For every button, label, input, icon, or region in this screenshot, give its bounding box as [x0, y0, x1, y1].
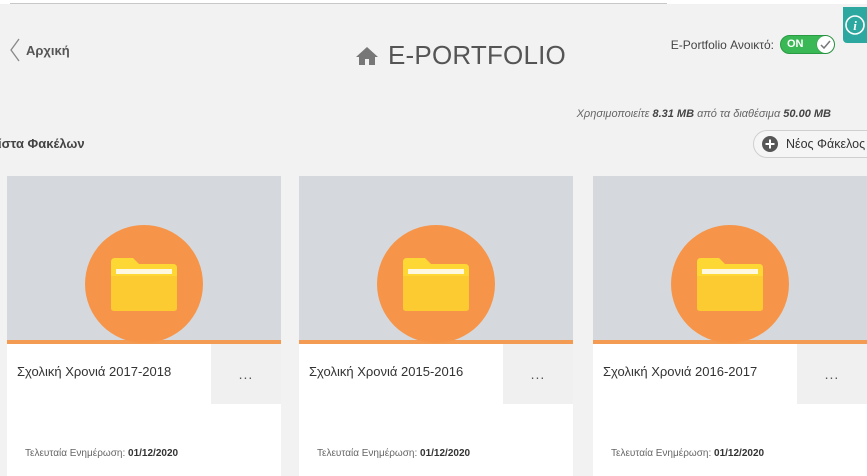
folder-circle — [671, 225, 789, 343]
folder-thumbnail — [299, 176, 573, 344]
new-folder-label: Νέος Φάκελος — [786, 137, 866, 151]
usage-middle: από τα διαθέσιμα — [697, 108, 781, 120]
page-title-text: E-PORTFOLIO — [388, 40, 566, 70]
portfolio-open-setting: E-Portfolio Ανοικτό: ON — [671, 35, 835, 54]
folder-last-updated: Τελευταία Ενημέρωση: 01/12/2020 — [317, 448, 470, 459]
info-button[interactable]: i — [843, 7, 867, 43]
folder-card[interactable]: Σχολική Χρονιά 2015-2016 ... Τελευταία Ε… — [299, 176, 573, 476]
check-icon — [820, 40, 831, 49]
new-folder-button[interactable]: Νέος Φάκελος — [753, 130, 867, 158]
last-updated-label: Τελευταία Ενημέρωση: — [25, 448, 126, 459]
chevron-left-icon — [10, 38, 20, 62]
folder-menu-button[interactable]: ... — [211, 344, 281, 404]
last-updated-value: 01/12/2020 — [420, 448, 471, 459]
folder-card[interactable]: Σχολική Χρονιά 2017-2018 ... Τελευταία Ε… — [7, 176, 281, 476]
folder-last-updated: Τελευταία Ενημέρωση: 01/12/2020 — [25, 448, 178, 459]
folder-name[interactable]: Σχολική Χρονιά 2015-2016 — [309, 364, 463, 379]
usage-used: 8.31 MB — [652, 108, 695, 120]
folder-thumbnail — [7, 176, 281, 344]
last-updated-value: 01/12/2020 — [714, 448, 765, 459]
home-icon — [356, 46, 378, 65]
folder-card-body: Σχολική Χρονιά 2016-2017 ... Τελευταία Ε… — [593, 344, 867, 476]
last-updated-label: Τελευταία Ενημέρωση: — [611, 448, 712, 459]
folder-icon — [111, 258, 177, 311]
folder-icon — [697, 258, 763, 311]
svg-text:i: i — [853, 18, 857, 33]
folder-circle — [85, 225, 203, 343]
folder-circle — [377, 225, 495, 343]
folder-menu-button[interactable]: ... — [503, 344, 573, 404]
usage-prefix: Χρησιμοποιείτε — [576, 108, 650, 120]
back-link-label: Αρχική — [26, 42, 70, 58]
last-updated-label: Τελευταία Ενημέρωση: — [317, 448, 418, 459]
portfolio-open-toggle[interactable]: ON — [780, 35, 835, 54]
toggle-state-text: ON — [787, 38, 804, 50]
folder-card-body: Σχολική Χρονιά 2017-2018 ... Τελευταία Ε… — [7, 344, 281, 476]
page-title: E-PORTFOLIO — [355, 40, 566, 71]
last-updated-value: 01/12/2020 — [128, 448, 179, 459]
usage-total: 50.00 MB — [783, 108, 831, 120]
folders-list-title: ίστα Φακέλων — [0, 136, 85, 151]
folder-thumbnail — [593, 176, 867, 344]
top-divider — [0, 0, 867, 4]
folder-last-updated: Τελευταία Ενημέρωση: 01/12/2020 — [611, 448, 764, 459]
portfolio-open-label: E-Portfolio Ανοικτό: — [670, 37, 774, 52]
plus-circle-icon — [762, 136, 778, 152]
folder-icon — [403, 258, 469, 311]
folder-name[interactable]: Σχολική Χρονιά 2016-2017 — [603, 364, 757, 379]
back-link[interactable]: Αρχική — [10, 36, 70, 64]
storage-usage: Χρησιμοποιείτε 8.31 MB από τα διαθέσιμα … — [577, 108, 831, 120]
toggle-knob — [817, 36, 834, 53]
folder-name[interactable]: Σχολική Χρονιά 2017-2018 — [17, 364, 171, 379]
folder-card-body: Σχολική Χρονιά 2015-2016 ... Τελευταία Ε… — [299, 344, 573, 476]
folder-menu-button[interactable]: ... — [797, 344, 867, 404]
folder-card[interactable]: Σχολική Χρονιά 2016-2017 ... Τελευταία Ε… — [593, 176, 867, 476]
info-icon: i — [845, 15, 865, 35]
